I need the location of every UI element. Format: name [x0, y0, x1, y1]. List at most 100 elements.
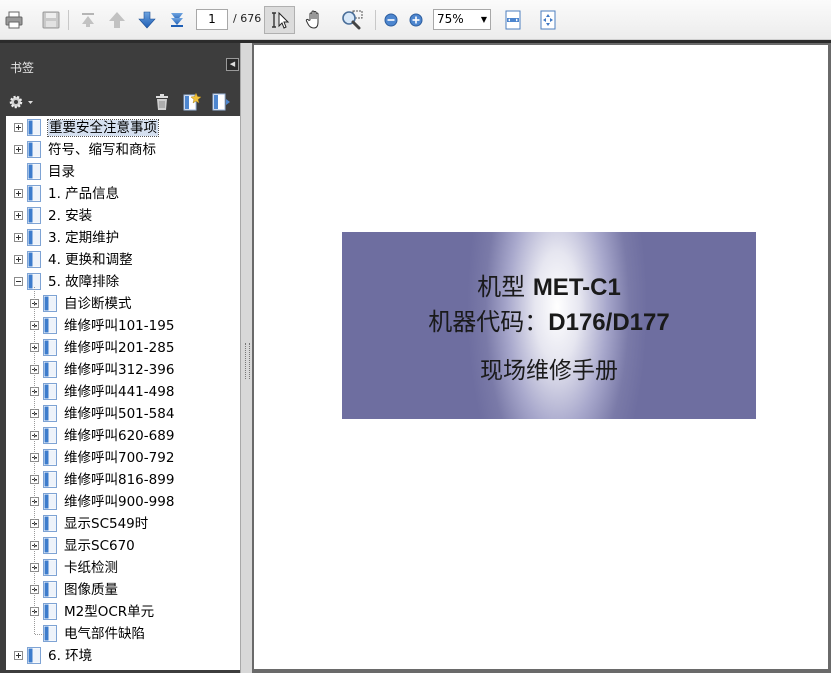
- expand-toggle-icon[interactable]: [14, 145, 23, 154]
- bookmark-icon: [43, 405, 57, 426]
- tree-connector: [35, 414, 39, 415]
- bookmark-tree: 重要安全注意事项符号、缩写和商标 目录 1. 产品信息 2. 安装 3. 定期维护 4. …: [6, 116, 240, 670]
- bookmark-label: 维修呼叫201-285: [64, 340, 175, 356]
- bookmark-item[interactable]: 维修呼叫700-792: [6, 447, 240, 469]
- bookmark-item[interactable]: 维修呼叫101-195: [6, 315, 240, 337]
- bookmark-label: 维修呼叫312-396: [64, 362, 175, 378]
- bookmark-icon: [43, 559, 57, 580]
- bookmark-item[interactable]: 维修呼叫441-498: [6, 381, 240, 403]
- bookmark-icon: [43, 537, 57, 558]
- bookmark-label: 图像质量: [64, 582, 118, 598]
- cover-code-line: 机器代码：D176/D177: [342, 302, 756, 337]
- fit-page-icon[interactable]: [537, 8, 559, 32]
- model-name: MET-C1: [532, 274, 621, 301]
- tree-connector: [35, 502, 39, 503]
- bookmark-icon: [27, 229, 41, 250]
- tree-connector: [35, 436, 39, 437]
- bookmark-label: 6. 环境: [48, 648, 93, 664]
- bookmark-icon: [27, 207, 41, 228]
- next-page-icon[interactable]: [136, 8, 158, 32]
- fit-width-icon[interactable]: [502, 8, 524, 32]
- bookmark-item[interactable]: 4. 更换和调整: [6, 249, 240, 271]
- tree-connector: [35, 348, 39, 349]
- bookmark-item[interactable]: 2. 安装: [6, 205, 240, 227]
- bookmark-item[interactable]: 维修呼叫312-396: [6, 359, 240, 381]
- bookmark-item[interactable]: 维修呼叫816-899: [6, 469, 240, 491]
- collapse-toggle-icon[interactable]: [14, 277, 23, 286]
- bookmarks-panel: 书签 ◀ 重要安全注意事项符号、缩写和商标 目录 1. 产品信息 2. 安装 3. 定期…: [0, 43, 250, 673]
- bookmark-item[interactable]: M2型OCR单元: [6, 601, 240, 623]
- panel-toolbar: [0, 90, 250, 114]
- bookmark-label: 4. 更换和调整: [48, 252, 133, 268]
- collapse-panel-button[interactable]: ◀: [226, 58, 239, 71]
- bookmark-item[interactable]: 显示SC670: [6, 535, 240, 557]
- expand-toggle-icon[interactable]: [14, 189, 23, 198]
- first-page-icon[interactable]: [77, 8, 99, 32]
- bookmark-icon: [27, 119, 41, 140]
- bookmark-icon: [43, 449, 57, 470]
- bookmark-item[interactable]: 符号、缩写和商标: [6, 139, 240, 161]
- panel-splitter[interactable]: [240, 43, 252, 673]
- bookmark-icon: [43, 581, 57, 602]
- bookmark-label: 重要安全注意事项: [47, 119, 159, 137]
- cover-banner: 机型 MET-C1 机器代码：D176/D177 现场维修手册: [342, 232, 756, 419]
- tree-connector: [35, 458, 39, 459]
- select-tool-icon[interactable]: [264, 6, 295, 34]
- bookmark-item[interactable]: 维修呼叫620-689: [6, 425, 240, 447]
- expand-toggle-icon[interactable]: [14, 233, 23, 242]
- tree-connector: [35, 612, 39, 613]
- tree-connector: [35, 590, 39, 591]
- bookmark-item[interactable]: 维修呼叫900-998: [6, 491, 240, 513]
- zoom-in-icon[interactable]: [408, 8, 424, 32]
- bookmark-item[interactable]: 图像质量: [6, 579, 240, 601]
- bookmark-label: 维修呼叫101-195: [64, 318, 175, 334]
- bookmark-item[interactable]: 5. 故障排除: [6, 271, 240, 293]
- zoom-level-select[interactable]: 75% ▼: [433, 9, 491, 30]
- expand-toggle-icon[interactable]: [14, 255, 23, 264]
- bookmark-label: 维修呼叫900-998: [64, 494, 175, 510]
- bookmark-item[interactable]: 自诊断模式: [6, 293, 240, 315]
- new-bookmark-icon[interactable]: [182, 92, 202, 116]
- document-page: 机型 MET-C1 机器代码：D176/D177 现场维修手册: [254, 45, 828, 669]
- options-gear-icon[interactable]: [8, 94, 36, 114]
- bookmark-item[interactable]: 3. 定期维护: [6, 227, 240, 249]
- bookmark-item[interactable]: 显示SC549时: [6, 513, 240, 535]
- bookmark-item[interactable]: 维修呼叫501-584: [6, 403, 240, 425]
- previous-page-icon[interactable]: [106, 8, 128, 32]
- bookmark-item[interactable]: 1. 产品信息: [6, 183, 240, 205]
- bookmark-item[interactable]: 卡纸检测: [6, 557, 240, 579]
- expand-toggle-icon[interactable]: [14, 123, 23, 132]
- bookmark-icon: [43, 493, 57, 514]
- code-prefix: 机器代码：: [428, 308, 549, 336]
- delete-bookmark-icon[interactable]: [154, 93, 170, 115]
- bookmark-label: 维修呼叫700-792: [64, 450, 175, 466]
- bookmark-icon: [43, 317, 57, 338]
- bookmark-label: 5. 故障排除: [48, 274, 120, 290]
- bookmark-label: 维修呼叫441-498: [64, 384, 175, 400]
- last-page-icon[interactable]: [166, 8, 188, 32]
- cover-title: 现场维修手册: [480, 358, 618, 384]
- bookmark-item[interactable]: 6. 环境: [6, 645, 240, 667]
- save-icon[interactable]: [40, 8, 62, 32]
- bookmark-item[interactable]: 维修呼叫201-285: [6, 337, 240, 359]
- document-view[interactable]: 机型 MET-C1 机器代码：D176/D177 现场维修手册: [252, 43, 831, 673]
- chevron-down-icon: ▼: [480, 15, 487, 24]
- page-number-input[interactable]: 1: [196, 9, 228, 30]
- bookmark-icon: [43, 603, 57, 624]
- zoom-out-icon[interactable]: [383, 8, 399, 32]
- tree-connector: [35, 370, 39, 371]
- bookmark-label: 自诊断模式: [64, 296, 132, 312]
- print-icon[interactable]: [3, 8, 25, 32]
- hand-tool-icon[interactable]: [302, 8, 328, 32]
- expand-toggle-icon[interactable]: [14, 211, 23, 220]
- bookmark-label: M2型OCR单元: [64, 604, 155, 620]
- panel-title: 书签: [10, 61, 35, 75]
- expand-bookmark-icon[interactable]: [211, 92, 233, 116]
- model-prefix: 机型: [477, 273, 533, 301]
- bookmark-item[interactable]: 重要安全注意事项: [6, 117, 240, 139]
- marquee-zoom-icon[interactable]: [338, 8, 366, 32]
- bookmark-icon: [27, 141, 41, 162]
- bookmark-item[interactable]: 目录: [6, 161, 240, 183]
- machine-code: D176/D177: [548, 309, 670, 336]
- expand-toggle-icon[interactable]: [14, 651, 23, 660]
